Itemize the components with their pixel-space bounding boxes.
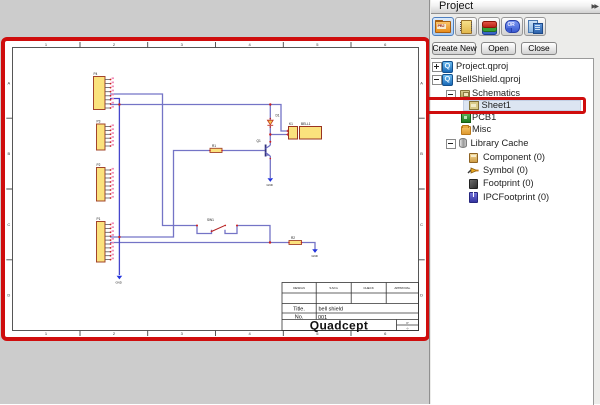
svg-text:R2: R2 [291,236,295,240]
svg-text:A: A [7,80,10,85]
svg-text:4: 4 [248,331,251,336]
svg-text:GND: GND [267,183,273,187]
svg-text:B: B [7,151,10,156]
svg-text:R1: R1 [212,144,216,148]
svg-text:GND: GND [312,254,318,258]
svg-text:D: D [420,293,423,298]
svg-text:2: 2 [113,331,116,336]
svg-text:CHECK: CHECK [363,286,374,290]
svg-text:P1: P1 [97,217,101,221]
svg-text:3: 3 [181,331,184,336]
svg-text:P4: P4 [94,72,98,76]
svg-text:P: P [406,321,408,325]
svg-text:P2: P2 [97,163,101,167]
svg-text:6: 6 [384,331,387,336]
svg-text:bell shield: bell shield [319,307,343,313]
svg-text:Title.: Title. [293,306,305,312]
svg-text:-/-: -/- [406,327,409,331]
svg-text:1: 1 [45,331,48,336]
svg-text:Q1: Q1 [257,139,261,143]
svg-text:4: 4 [248,42,251,47]
svg-text:D1: D1 [276,114,280,118]
svg-text:DESIGN: DESIGN [293,286,305,290]
svg-text:GND: GND [116,281,122,285]
svg-text:6: 6 [384,42,387,47]
svg-text:D: D [7,293,10,298]
svg-text:3: 3 [181,42,184,47]
svg-text:5: 5 [316,42,319,47]
svg-text:S.M.G: S.M.G [329,286,338,290]
svg-text:SW1: SW1 [207,218,214,222]
svg-text:P3: P3 [97,120,101,124]
svg-text:K1: K1 [289,122,293,126]
svg-text:BELL1: BELL1 [301,122,311,126]
svg-text:Quadcept: Quadcept [310,319,369,333]
svg-text:A: A [420,80,423,85]
svg-text:B: B [420,151,423,156]
svg-text:1: 1 [45,42,48,47]
svg-text:APPROVAL: APPROVAL [394,286,410,290]
svg-text:C: C [420,222,423,227]
svg-text:C: C [7,222,10,227]
svg-text:2: 2 [113,42,116,47]
svg-text:No.: No. [295,315,304,321]
